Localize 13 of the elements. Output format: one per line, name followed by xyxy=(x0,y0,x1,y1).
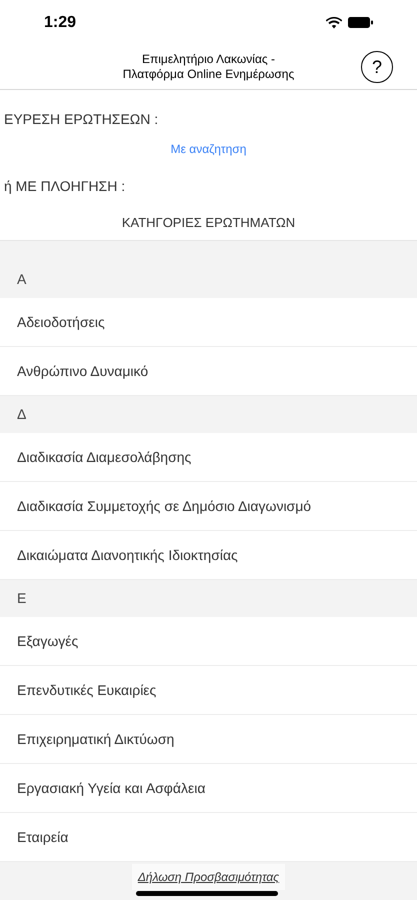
screen-title: Επιμελητήριο Λακωνίας - Πλατφόρμα Online Ενημέρωσης xyxy=(122,52,294,82)
section-label: ή ΜΕ ΠΛΟΗΓΗΣΗ : xyxy=(4,177,126,196)
wifi-icon xyxy=(326,16,342,28)
section-label: ΕΥΡΕΣΗ ΕΡΩΤΗΣΕΩΝ : xyxy=(4,110,158,129)
section-header: Ε xyxy=(0,580,417,617)
categories-heading: ΚΑΤΗΓΟΡΙΕΣ ΕΡΩΤΗΜΑΤΩΝ xyxy=(122,214,296,232)
section-header: Δ xyxy=(0,396,417,433)
accessibility-link[interactable]: Δήλωση Προσβασιμότητας xyxy=(132,864,286,890)
section-header: Α xyxy=(0,261,417,298)
status-time: 1:29 xyxy=(44,12,76,32)
help-button[interactable]: ? xyxy=(361,51,393,83)
search-link[interactable]: Με αναζητηση xyxy=(170,140,246,158)
battery-icon xyxy=(348,17,373,28)
